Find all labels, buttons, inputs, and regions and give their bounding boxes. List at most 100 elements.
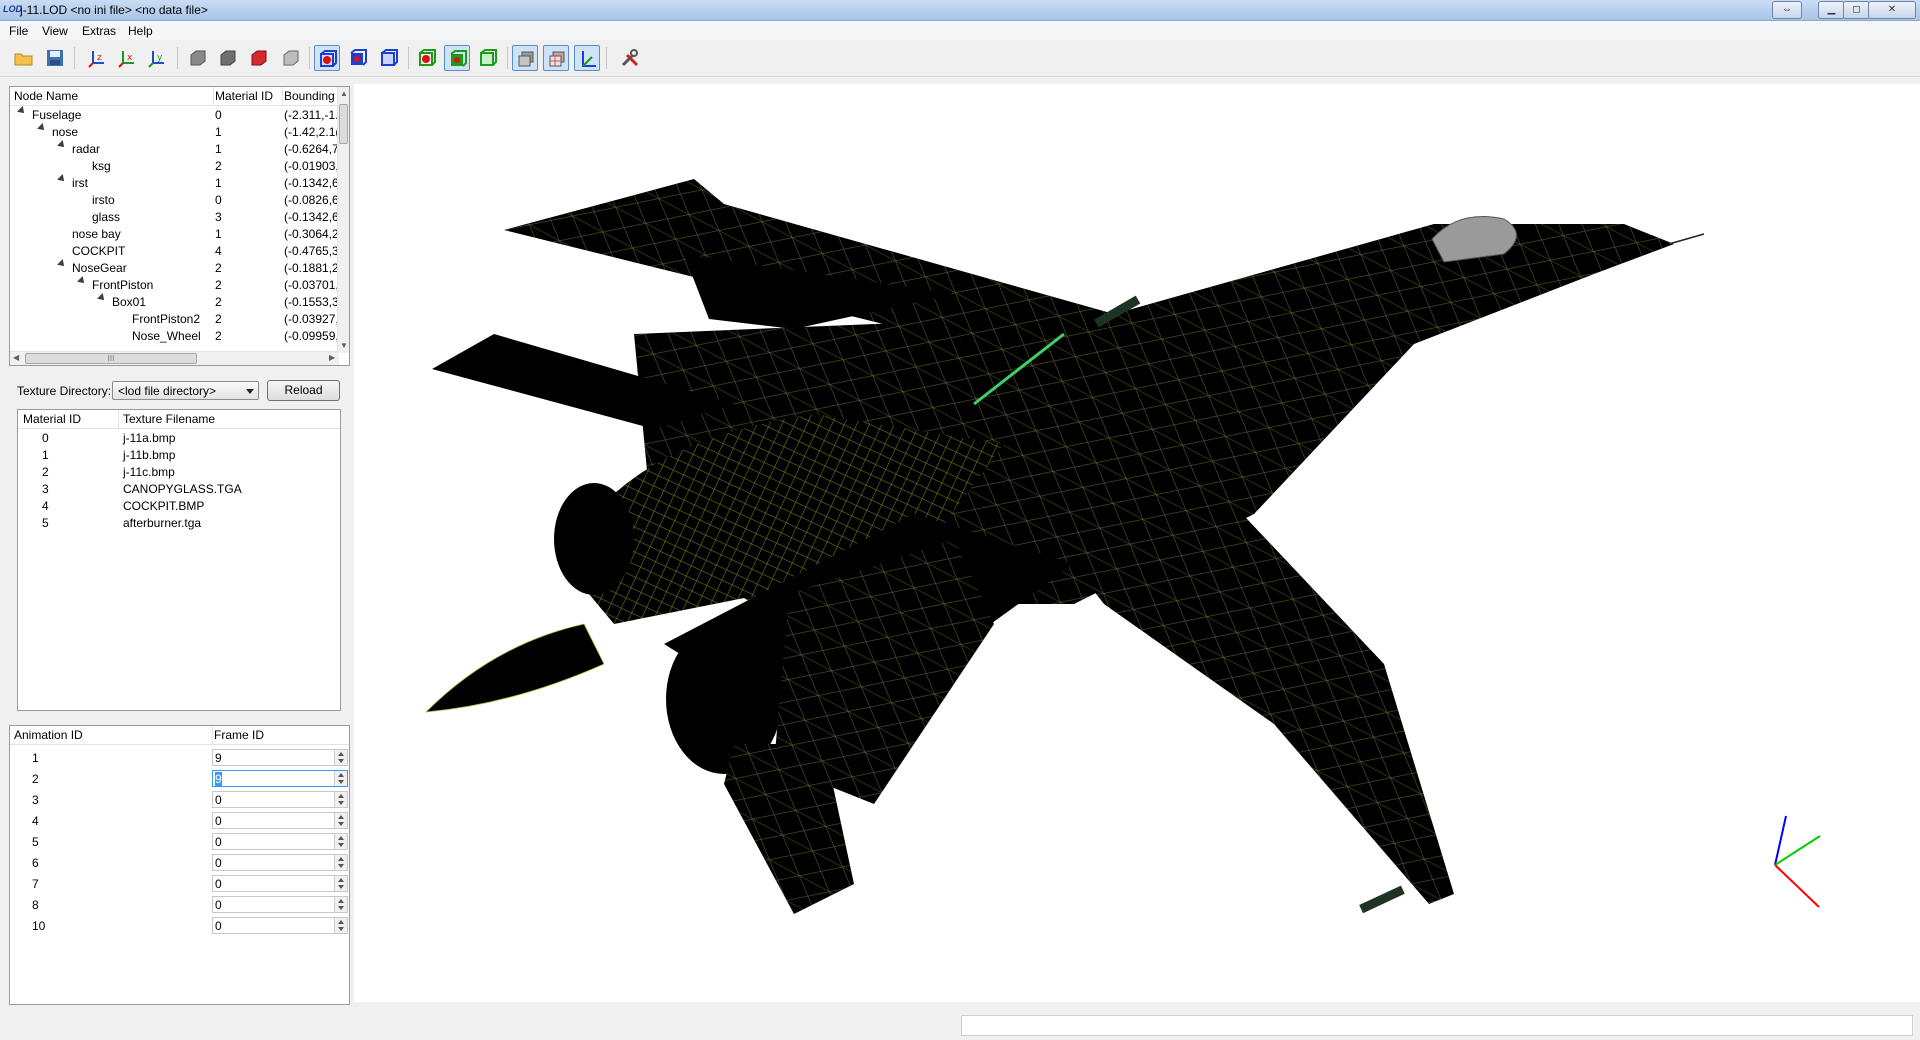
spin-down-icon[interactable]	[338, 801, 344, 805]
spin-buttons[interactable]	[334, 897, 347, 912]
green-solid-button[interactable]	[444, 45, 470, 71]
frame-id-spinbox[interactable]: 0	[212, 875, 348, 892]
spin-up-icon[interactable]	[338, 920, 344, 924]
col-node-name[interactable]: Node Name	[14, 89, 78, 103]
expand-arrow-icon[interactable]	[57, 174, 67, 184]
material-row[interactable]: 3 CANOPYGLASS.TGA	[18, 481, 338, 498]
expand-arrow-icon[interactable]	[77, 276, 87, 286]
frame-id-spinbox[interactable]: 9	[212, 770, 348, 787]
frame-id-spinbox[interactable]: 0	[212, 812, 348, 829]
frame-id-spinbox[interactable]: 9	[212, 749, 348, 766]
tree-row[interactable]: radar 1 (-0.6264,7	[10, 140, 339, 158]
col-texture-filename[interactable]: Texture Filename	[123, 412, 215, 426]
scroll-thumb[interactable]	[339, 104, 348, 144]
open-button[interactable]	[11, 45, 37, 71]
tree-row[interactable]: NoseGear 2 (-0.1881,2	[10, 259, 339, 277]
shade-red-button[interactable]	[246, 45, 272, 71]
view-z-button[interactable]: z	[84, 45, 110, 71]
scroll-right-icon[interactable]: ▶	[329, 353, 335, 362]
tree-row[interactable]: glass 3 (-0.1342,6	[10, 209, 339, 226]
col-frame-id[interactable]: Frame ID	[214, 728, 264, 742]
stack-grid-button[interactable]	[543, 45, 569, 71]
green-wire-button[interactable]	[414, 45, 440, 71]
shade-light-button[interactable]	[278, 45, 304, 71]
material-row[interactable]: 4 COCKPIT.BMP	[18, 498, 338, 515]
spin-buttons[interactable]	[334, 855, 347, 870]
animation-table[interactable]: Animation ID Frame ID 1 9 2 9 3 0 4 0 5 0 6 0 7 0 8 0 10…	[9, 725, 350, 1005]
frame-id-spinbox[interactable]: 0	[212, 917, 348, 934]
frame-id-spinbox[interactable]: 0	[212, 896, 348, 913]
scroll-up-icon[interactable]: ▲	[340, 89, 348, 98]
shade-flat-button[interactable]	[215, 45, 241, 71]
material-row[interactable]: 0 j-11a.bmp	[18, 430, 338, 447]
tree-row[interactable]: nose bay 1 (-0.3064,2	[10, 226, 339, 243]
maximize-button[interactable]: ◻	[1843, 1, 1870, 19]
frame-id-spinbox[interactable]: 0	[212, 791, 348, 808]
shade-gray-button[interactable]	[185, 45, 211, 71]
minimize-button[interactable]: ▁	[1818, 1, 1845, 19]
restore-button[interactable]: ⇔	[1772, 1, 1802, 19]
spin-down-icon[interactable]	[338, 780, 344, 784]
spin-down-icon[interactable]	[338, 822, 344, 826]
col-animation-id[interactable]: Animation ID	[14, 728, 83, 742]
spin-down-icon[interactable]	[338, 864, 344, 868]
expand-arrow-icon[interactable]	[17, 106, 27, 116]
spin-up-icon[interactable]	[338, 899, 344, 903]
spin-down-icon[interactable]	[338, 759, 344, 763]
tree-row[interactable]: irst 1 (-0.1342,6	[10, 174, 339, 192]
spin-up-icon[interactable]	[338, 878, 344, 882]
view-y-button[interactable]: y	[144, 45, 170, 71]
expand-arrow-icon[interactable]	[97, 293, 107, 303]
materials-table[interactable]: Material ID Texture Filename 0 j-11a.bmp 1…	[17, 409, 341, 711]
tree-row[interactable]: ksg 2 (-0.01903,	[10, 158, 339, 175]
model-render[interactable]	[354, 84, 1920, 1002]
scroll-down-icon[interactable]: ▼	[340, 341, 348, 350]
node-tree[interactable]: Node Name Material ID Bounding Fuselage 0…	[9, 86, 350, 366]
spin-buttons[interactable]	[334, 918, 347, 933]
material-row[interactable]: 1 j-11b.bmp	[18, 447, 338, 464]
spin-up-icon[interactable]	[338, 752, 344, 756]
green-outline-button[interactable]	[475, 45, 501, 71]
tree-row[interactable]: Box01 2 (-0.1553,3	[10, 293, 339, 311]
tree-row[interactable]: FrontPiston 2 (-0.03701,	[10, 276, 339, 294]
spin-buttons[interactable]	[334, 876, 347, 891]
blue-solid-button[interactable]	[345, 45, 371, 71]
stack-button[interactable]	[512, 45, 538, 71]
spin-buttons[interactable]	[334, 813, 347, 828]
spin-up-icon[interactable]	[338, 794, 344, 798]
expand-arrow-icon[interactable]	[37, 123, 47, 133]
col-bounding[interactable]: Bounding	[284, 89, 335, 103]
spin-down-icon[interactable]	[338, 843, 344, 847]
node-tree-hscroll[interactable]: ◀ III ▶	[10, 351, 339, 365]
spin-buttons[interactable]	[334, 750, 347, 765]
menu-view[interactable]: View	[42, 24, 68, 38]
menu-extras[interactable]: Extras	[82, 24, 116, 38]
tools-button[interactable]	[617, 45, 643, 71]
reload-button[interactable]: Reload	[267, 380, 340, 401]
menu-file[interactable]: File	[9, 24, 28, 38]
spin-down-icon[interactable]	[338, 885, 344, 889]
scroll-thumb[interactable]: III	[25, 353, 197, 364]
blue-outline-button[interactable]	[376, 45, 402, 71]
scroll-left-icon[interactable]: ◀	[13, 353, 19, 362]
axes-button[interactable]	[574, 45, 600, 71]
spin-buttons[interactable]	[334, 771, 347, 786]
spin-up-icon[interactable]	[338, 815, 344, 819]
frame-id-spinbox[interactable]: 0	[212, 833, 348, 850]
tree-row[interactable]: Fuselage 0 (-2.311,-1.	[10, 106, 338, 124]
spin-down-icon[interactable]	[338, 906, 344, 910]
tree-row[interactable]: FrontPiston2 2 (-0.03927,	[10, 311, 339, 328]
tree-row[interactable]: nose 1 (-1.42,2.1(	[10, 123, 339, 141]
spin-down-icon[interactable]	[338, 927, 344, 931]
col-material-id[interactable]: Material ID	[23, 412, 81, 426]
spin-up-icon[interactable]	[338, 857, 344, 861]
expand-arrow-icon[interactable]	[57, 259, 67, 269]
save-button[interactable]	[42, 45, 68, 71]
material-row[interactable]: 2 j-11c.bmp	[18, 464, 338, 481]
frame-id-spinbox[interactable]: 0	[212, 854, 348, 871]
spin-buttons[interactable]	[334, 834, 347, 849]
node-tree-vscroll[interactable]: ▲ ▼	[337, 87, 349, 353]
blue-wire-button[interactable]	[314, 45, 340, 71]
expand-arrow-icon[interactable]	[57, 140, 67, 150]
col-material-id[interactable]: Material ID	[215, 89, 273, 103]
